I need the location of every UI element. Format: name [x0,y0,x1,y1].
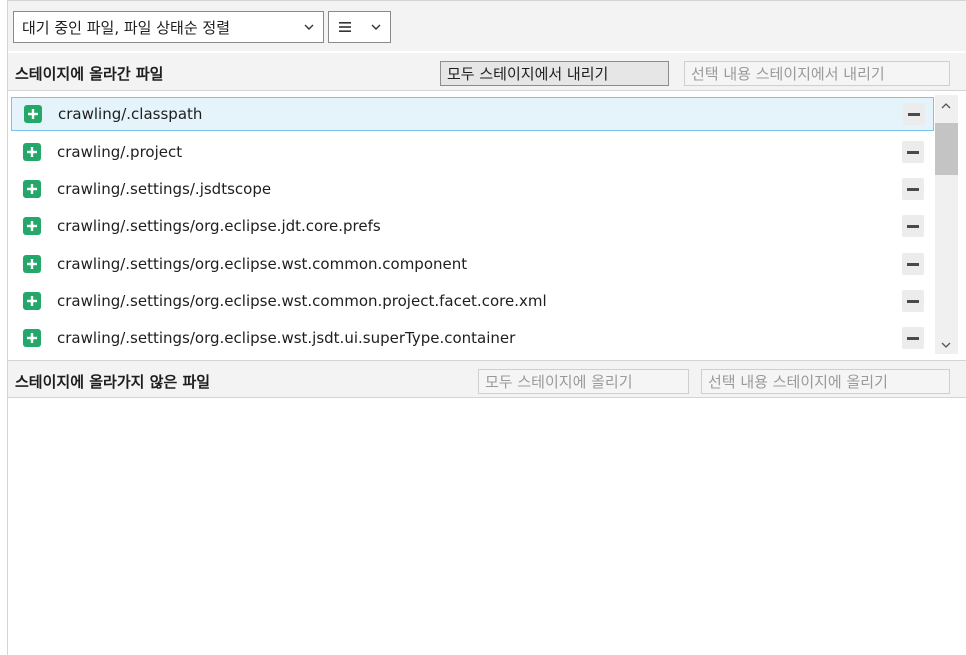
staging-panel: 대기 중인 파일, 파일 상태순 정렬 스테이지에 올라간 파일 모두 스테이지… [7,0,966,655]
chevron-down-icon [370,21,382,33]
file-path: crawling/.settings/org.eclipse.wst.commo… [57,292,547,310]
chevron-down-icon [303,21,315,33]
stage-selected-button[interactable]: 선택 내용 스테이지에 올리기 [701,369,950,394]
chevron-down-icon[interactable] [939,337,953,351]
toolbar: 대기 중인 파일, 파일 상태순 정렬 [8,1,966,51]
file-path: crawling/.project [57,143,183,161]
unstaged-files-header: 스테이지에 올라가지 않은 파일 모두 스테이지에 올리기 선택 내용 스테이지… [8,360,966,398]
file-path: crawling/.settings/org.eclipse.wst.jsdt.… [57,329,516,347]
stage-all-button[interactable]: 모두 스테이지에 올리기 [478,369,689,394]
list-item[interactable]: crawling/.settings/org.eclipse.wst.commo… [11,247,934,281]
added-icon [23,143,41,161]
unstaged-files-title: 스테이지에 올라가지 않은 파일 [15,373,211,391]
list-lines-icon [337,19,353,35]
unstage-all-button[interactable]: 모두 스테이지에서 내리기 [440,61,669,86]
list-item[interactable]: crawling/.settings/org.eclipse.wst.commo… [11,284,934,318]
list-item[interactable]: crawling/.project [11,135,934,169]
chevron-up-icon[interactable] [939,98,953,112]
file-path: crawling/.settings/org.eclipse.jdt.core.… [57,217,381,235]
added-icon [23,255,41,273]
view-mode-dropdown[interactable] [328,11,391,43]
unstage-file-button[interactable] [903,103,925,125]
staged-files-header: 스테이지에 올라간 파일 모두 스테이지에서 내리기 선택 내용 스테이지에서 … [8,53,966,91]
added-icon [23,180,41,198]
added-icon [23,217,41,235]
unstage-file-button[interactable] [902,141,924,163]
unstage-file-button[interactable] [902,290,924,312]
list-item[interactable]: crawling/.settings/.jsdtscope [11,172,934,206]
list-item[interactable]: crawling/.settings/org.eclipse.jdt.core.… [11,209,934,243]
list-item[interactable]: crawling/.classpath [11,97,934,131]
staged-list-scrollbar[interactable] [935,95,958,354]
added-icon [24,105,42,123]
file-path: crawling/.settings/.jsdtscope [57,180,272,198]
sort-dropdown-label: 대기 중인 파일, 파일 상태순 정렬 [22,18,231,37]
staged-file-list[interactable]: crawling/.classpath crawling/.project cr… [8,93,935,355]
added-icon [23,329,41,347]
scrollbar-thumb[interactable] [935,123,958,175]
list-item[interactable]: crawling/.settings/org.eclipse.wst.jsdt.… [11,321,934,355]
unstage-file-button[interactable] [902,178,924,200]
unstage-selected-button[interactable]: 선택 내용 스테이지에서 내리기 [684,61,950,86]
unstage-file-button[interactable] [902,253,924,275]
staged-files-title: 스테이지에 올라간 파일 [15,65,164,83]
added-icon [23,292,41,310]
unstage-file-button[interactable] [902,215,924,237]
file-path: crawling/.settings/org.eclipse.wst.commo… [57,255,468,273]
unstaged-file-list[interactable] [8,399,966,655]
sort-dropdown[interactable]: 대기 중인 파일, 파일 상태순 정렬 [13,11,324,43]
unstage-file-button[interactable] [902,327,924,349]
file-path: crawling/.classpath [58,105,203,123]
